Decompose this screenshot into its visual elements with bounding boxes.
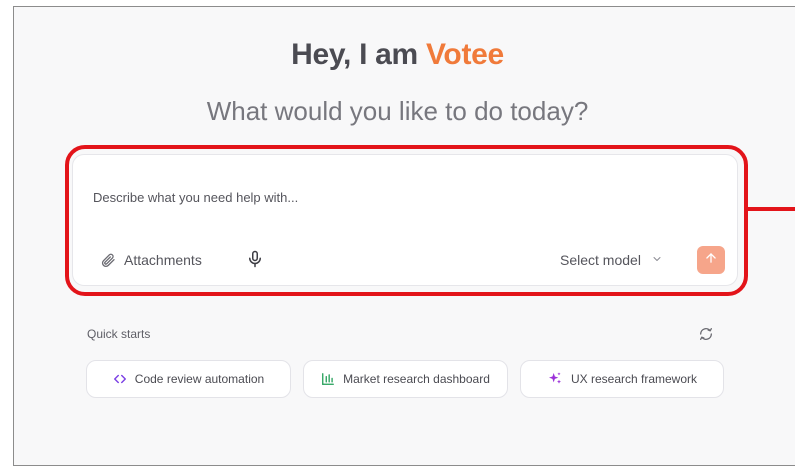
quick-start-chip-market-research[interactable]: Market research dashboard (303, 360, 508, 398)
microphone-button[interactable] (246, 249, 266, 271)
microphone-icon (246, 249, 266, 269)
quick-start-chip-code-review[interactable]: Code review automation (86, 360, 291, 398)
attachments-label: Attachments (124, 252, 202, 268)
quick-start-label: Market research dashboard (343, 372, 490, 386)
quick-start-label: Code review automation (134, 372, 265, 386)
paperclip-icon (100, 252, 116, 268)
quick-start-chip-ux-research[interactable]: UX research framework (520, 360, 724, 398)
refresh-icon (698, 328, 714, 346)
page-subtitle: What would you like to do today? (206, 96, 589, 126)
brand-name: Votee (425, 38, 504, 71)
prompt-input[interactable] (93, 185, 713, 209)
send-button[interactable] (697, 246, 725, 274)
arrow-up-icon (704, 251, 718, 270)
refresh-button[interactable] (698, 326, 716, 344)
greeting-text: Hey, I am (291, 38, 426, 71)
bar-chart-icon (321, 372, 335, 386)
page-title: Hey, I am Votee (0, 38, 795, 72)
quick-starts-label: Quick starts (87, 327, 151, 341)
model-select-label: Select model (560, 252, 641, 268)
code-icon (113, 372, 127, 386)
chevron-down-icon (651, 252, 663, 268)
model-select[interactable]: Select model (560, 248, 663, 272)
attachments-button[interactable]: Attachments (100, 248, 202, 272)
sparkle-icon (547, 371, 563, 387)
quick-start-label: UX research framework (570, 372, 698, 386)
